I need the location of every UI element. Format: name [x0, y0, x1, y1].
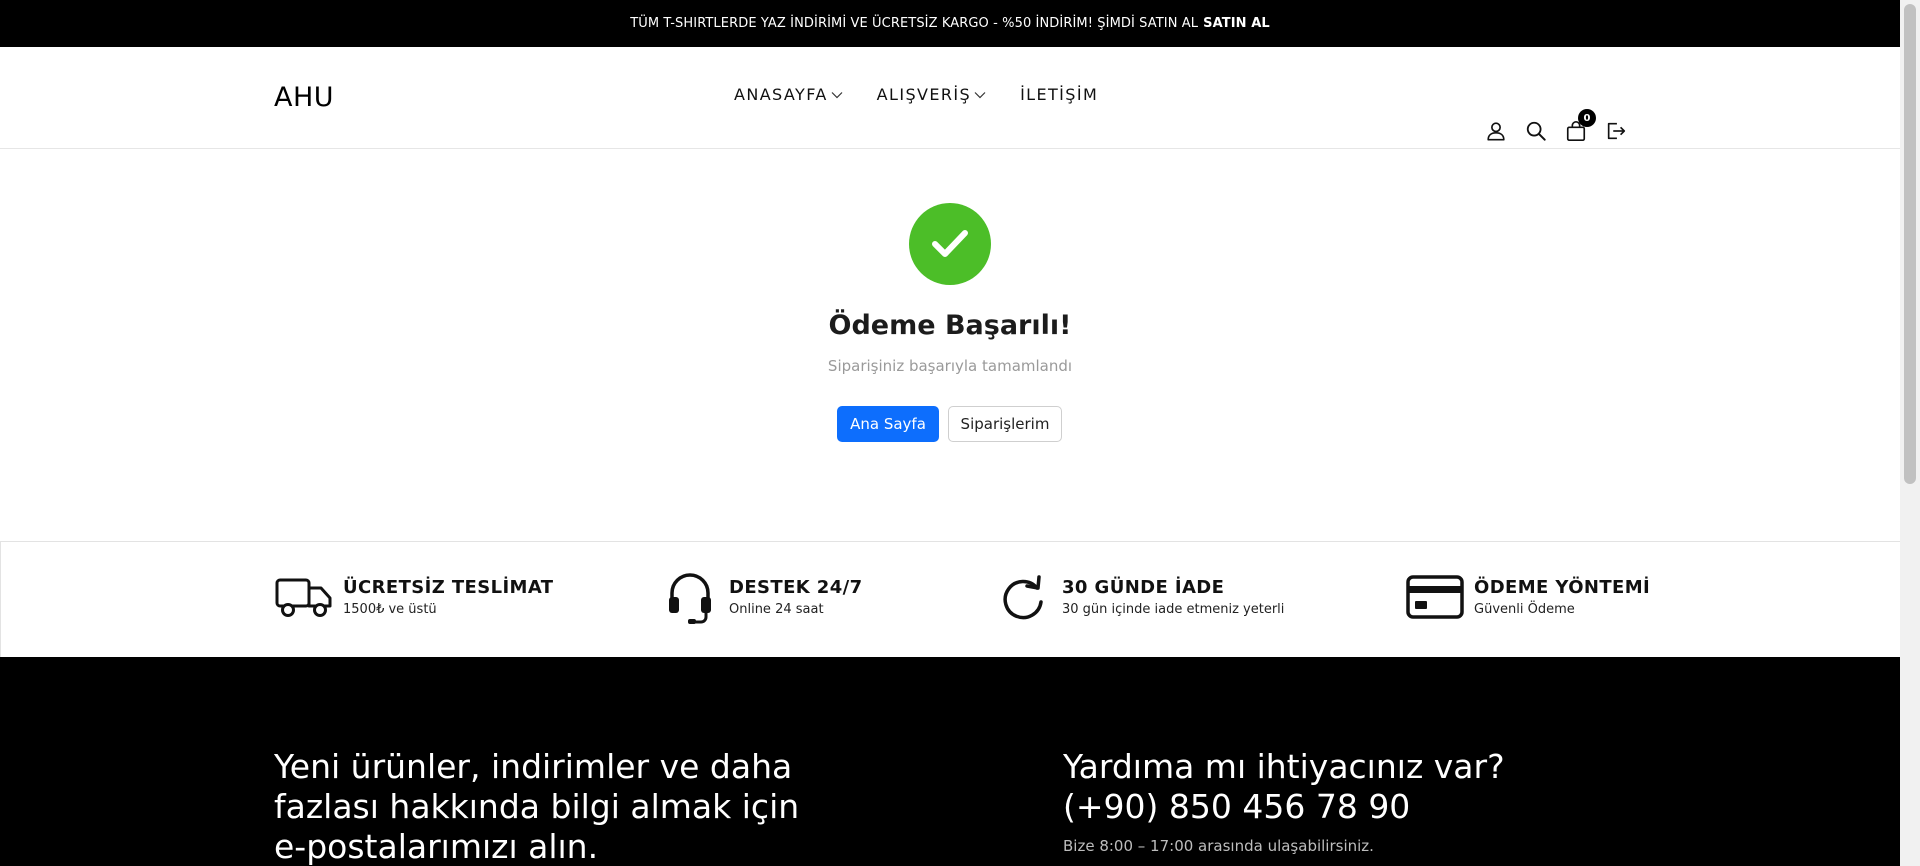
- features-bar: ÜCRETSİZ TESLİMAT 1500₺ ve üstü DESTEK 2…: [0, 541, 1900, 657]
- feature-title: ÖDEME YÖNTEMİ: [1474, 577, 1651, 598]
- announcement-cta-link[interactable]: SATIN AL: [1203, 16, 1270, 31]
- nav-item-alisveris[interactable]: ALIŞVERİŞ: [877, 85, 986, 104]
- announcement-bar: TÜM T-SHIRTLERDE YAZ İNDİRİMİ VE ÜCRETSİ…: [0, 0, 1900, 47]
- credit-card-icon: [1406, 570, 1464, 624]
- nav-item-label: ALIŞVERİŞ: [876, 85, 972, 104]
- search-icon[interactable]: [1524, 119, 1548, 143]
- nav-item-label: ANASAYFA: [734, 85, 828, 104]
- nav-item-anasayfa[interactable]: ANASAYFA: [734, 85, 843, 104]
- user-icon[interactable]: [1484, 119, 1508, 143]
- feature-returns: 30 GÜNDE İADE 30 gün içinde iade etmeniz…: [994, 570, 1284, 624]
- chevron-down-icon: [974, 91, 986, 98]
- feature-title: DESTEK 24/7: [729, 577, 863, 598]
- success-title: Ödeme Başarılı!: [828, 310, 1072, 341]
- nav-item-label: İLETİŞİM: [1020, 85, 1099, 104]
- my-orders-button[interactable]: Siparişlerim: [948, 406, 1062, 442]
- help-question: Yardıma mı ihtiyacınız var?: [1063, 747, 1505, 786]
- site-logo[interactable]: AHU: [274, 82, 334, 113]
- help-contact: Yardıma mı ihtiyacınız var? (+90) 850 45…: [1063, 747, 1583, 855]
- refresh-icon: [994, 570, 1052, 624]
- home-button[interactable]: Ana Sayfa: [837, 406, 939, 442]
- main-nav: ANASAYFA ALIŞVERİŞ İLETİŞİM: [734, 85, 1098, 104]
- success-check-icon: [909, 203, 991, 285]
- newsletter-heading: Yeni ürünler, indirimler ve daha fazlası…: [274, 747, 800, 866]
- feature-title: 30 GÜNDE İADE: [1062, 577, 1225, 598]
- announcement-text: TÜM T-SHIRTLERDE YAZ İNDİRİMİ VE ÜCRETSİ…: [630, 16, 1199, 31]
- support-hours: Bize 8:00 – 17:00 arasında ulaşabilirsin…: [1063, 837, 1374, 855]
- phone-number[interactable]: (+90) 850 456 78 90: [1063, 787, 1583, 827]
- payment-success-section: Ödeme Başarılı! Siparişiniz başarıyla ta…: [0, 149, 1900, 541]
- feature-title: ÜCRETSİZ TESLİMAT: [343, 577, 554, 598]
- logout-icon[interactable]: [1604, 119, 1628, 143]
- feature-support: DESTEK 24/7 Online 24 saat: [661, 570, 863, 624]
- chevron-down-icon: [831, 91, 843, 98]
- success-subtitle: Siparişiniz başarıyla tamamlandı: [827, 357, 1073, 375]
- truck-icon: [275, 570, 333, 624]
- nav-item-iletisim[interactable]: İLETİŞİM: [1020, 85, 1098, 104]
- scrollbar-thumb[interactable]: [1904, 4, 1916, 484]
- feature-free-delivery: ÜCRETSİZ TESLİMAT 1500₺ ve üstü: [275, 570, 553, 624]
- feature-subtitle: 30 gün içinde iade etmeniz yeterli: [1062, 602, 1285, 617]
- feature-subtitle: 1500₺ ve üstü: [343, 602, 437, 617]
- cart-count-badge: 0: [1578, 109, 1596, 127]
- site-header: AHU ANASAYFA ALIŞVERİŞ İLETİŞİM 0: [0, 47, 1900, 149]
- site-footer: Yeni ürünler, indirimler ve daha fazlası…: [0, 657, 1900, 866]
- headset-icon: [661, 570, 719, 624]
- feature-subtitle: Online 24 saat: [729, 602, 824, 617]
- page-scrollbar[interactable]: [1900, 0, 1920, 866]
- feature-payment: ÖDEME YÖNTEMİ Güvenli Ödeme: [1406, 570, 1650, 624]
- page: TÜM T-SHIRTLERDE YAZ İNDİRİMİ VE ÜCRETSİ…: [0, 0, 1900, 866]
- feature-subtitle: Güvenli Ödeme: [1474, 602, 1575, 617]
- header-actions: 0: [1484, 109, 1628, 143]
- success-actions: Ana Sayfa Siparişlerim: [837, 406, 1062, 442]
- cart-icon[interactable]: 0: [1564, 109, 1596, 143]
